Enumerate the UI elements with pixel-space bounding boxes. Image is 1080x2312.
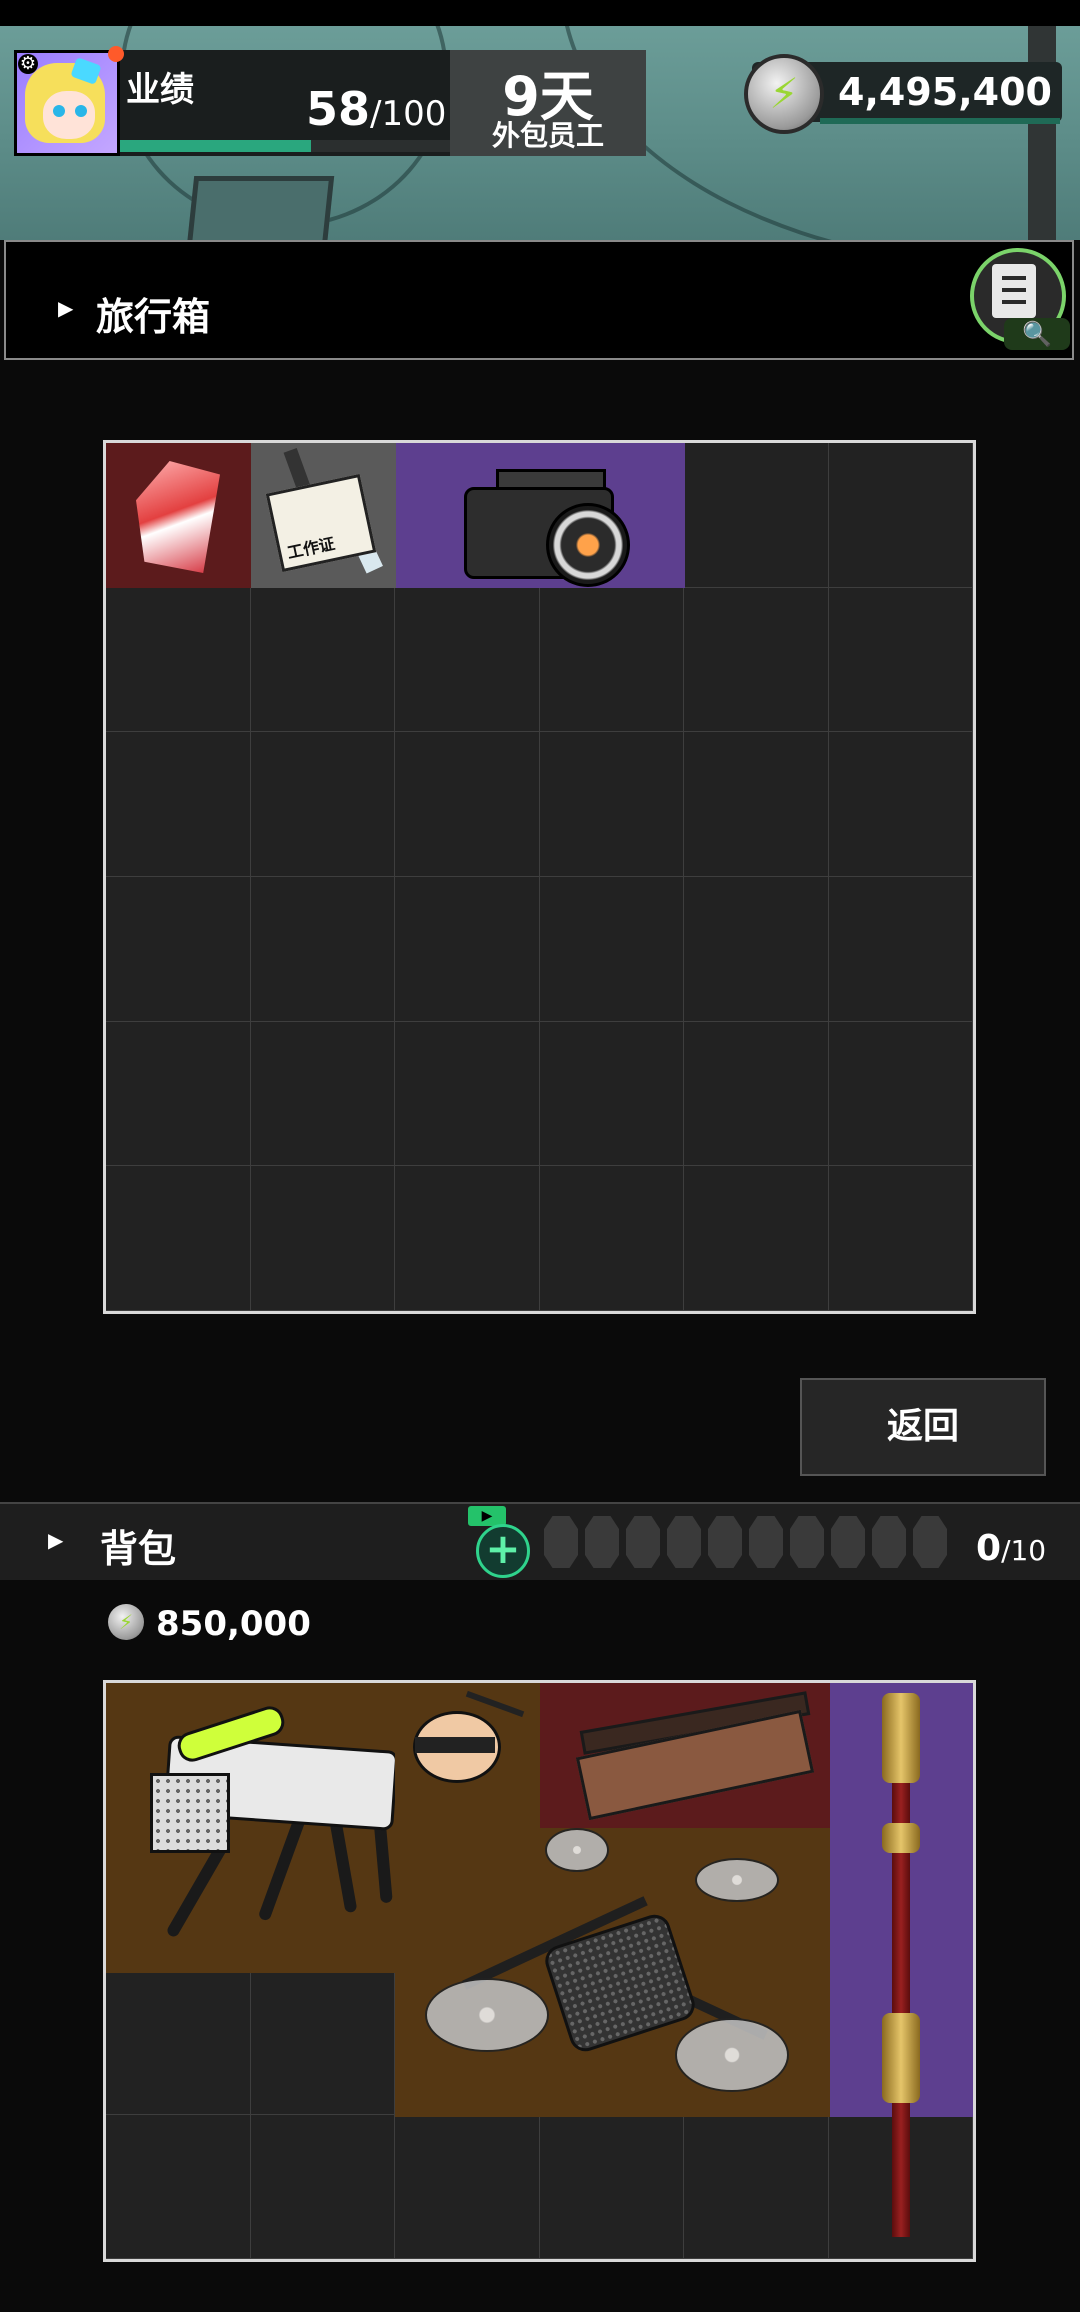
crystal-icon — [136, 461, 220, 573]
grid-cell[interactable] — [684, 877, 829, 1022]
badge-text: 工作证 — [285, 533, 337, 563]
grid-cell[interactable] — [250, 2115, 395, 2259]
grid-cell[interactable] — [684, 587, 829, 733]
lightning-coin-icon: ⚡ — [744, 54, 824, 134]
performance-max: /100 — [370, 94, 447, 134]
status-bar — [0, 0, 1080, 26]
empty-slot-indicator — [585, 1516, 619, 1568]
item-golden-staff[interactable] — [830, 1683, 973, 2237]
empty-slot-indicator — [626, 1516, 660, 1568]
empty-slot-indicator — [544, 1516, 578, 1568]
slot-total: /10 — [1001, 1534, 1047, 1567]
grid-cell[interactable] — [106, 732, 251, 877]
item-work-badge[interactable]: 工作证 — [251, 443, 396, 588]
empty-slot-indicator — [667, 1516, 701, 1568]
grid-cell[interactable] — [106, 587, 251, 733]
gear-icon[interactable]: ⚙ — [18, 54, 38, 74]
suitcase-title: 旅行箱 — [96, 295, 211, 339]
slot-used: 0 — [976, 1528, 1002, 1569]
grid-cell[interactable] — [106, 1021, 251, 1167]
grid-cell[interactable] — [828, 877, 973, 1022]
clipboard-icon — [992, 264, 1036, 318]
grid-cell[interactable] — [539, 587, 684, 733]
add-slot-button[interactable]: + — [476, 1524, 530, 1578]
staff-icon — [892, 1703, 910, 2237]
grid-cell[interactable] — [395, 877, 540, 1022]
grid-cell[interactable] — [250, 1166, 395, 1311]
grid-cell[interactable] — [250, 877, 395, 1022]
grid-cell[interactable] — [250, 587, 395, 733]
coin-icon: ⚡ — [108, 1604, 144, 1640]
grid-cell[interactable] — [395, 1166, 540, 1311]
grid-cell[interactable] — [684, 2115, 829, 2259]
grid-cell[interactable] — [395, 1021, 540, 1167]
grid-cell[interactable] — [106, 877, 251, 1022]
notification-dot — [108, 46, 124, 62]
triangle-right-icon: ▶ — [58, 296, 74, 320]
grid-cell[interactable] — [828, 587, 973, 733]
currency-underline — [820, 118, 1060, 124]
grid-cell[interactable] — [106, 1166, 251, 1311]
item-robot-dog[interactable] — [106, 1683, 399, 1973]
item-small-robot-head[interactable] — [395, 1683, 540, 1828]
grid-cell[interactable] — [684, 1166, 829, 1311]
grid-cell[interactable] — [395, 587, 540, 733]
performance-bar-fill — [120, 140, 312, 152]
grid-cell[interactable] — [539, 877, 684, 1022]
grid-cell[interactable] — [828, 443, 973, 588]
grid-cell[interactable] — [539, 2115, 684, 2259]
empty-slot-indicator — [708, 1516, 742, 1568]
item-drone[interactable] — [395, 1828, 830, 2117]
grid-cell[interactable] — [684, 732, 829, 877]
triangle-right-icon: ▶ — [48, 1528, 64, 1552]
grid-cell[interactable] — [539, 1021, 684, 1167]
grid-cell[interactable] — [106, 2115, 251, 2259]
item-camera[interactable] — [396, 443, 685, 588]
grid-cell[interactable] — [106, 1971, 251, 2115]
backpack-title: 背包 — [100, 1527, 177, 1571]
grid-cell[interactable] — [250, 1971, 395, 2115]
grid-cell[interactable] — [684, 1021, 829, 1167]
empty-slot-indicator — [872, 1516, 906, 1568]
backpack-total-value: 850,000 — [156, 1604, 311, 1644]
performance-current: 58 — [306, 82, 371, 136]
grid-cell[interactable] — [539, 1166, 684, 1311]
grid-cell[interactable] — [539, 732, 684, 877]
return-button[interactable]: 返回 — [800, 1378, 1046, 1476]
empty-slot-indicator — [913, 1516, 947, 1568]
grid-cell[interactable] — [684, 443, 829, 588]
performance-label: 业绩 — [126, 70, 194, 110]
days-label: 外包员工 — [491, 119, 604, 152]
performance-value: 58/100 — [306, 82, 446, 136]
empty-slot-indicator — [749, 1516, 783, 1568]
empty-slot-indicator — [790, 1516, 824, 1568]
search-icon: 🔍 — [1004, 318, 1070, 350]
slot-count: 0/10 — [976, 1528, 1046, 1569]
grid-cell[interactable] — [828, 1021, 973, 1167]
item-wooden-case[interactable] — [540, 1683, 830, 1828]
grid-cell[interactable] — [250, 732, 395, 877]
grid-cell[interactable] — [395, 2115, 540, 2259]
grid-cell[interactable] — [395, 732, 540, 877]
grid-cell[interactable] — [828, 1166, 973, 1311]
currency-value: 4,495,400 — [838, 70, 1052, 114]
play-icon: ▶ — [468, 1506, 506, 1526]
item-red-crystal[interactable] — [106, 443, 251, 588]
grid-cell[interactable] — [250, 1021, 395, 1167]
grid-cell[interactable] — [828, 732, 973, 877]
empty-slot-indicator — [831, 1516, 865, 1568]
